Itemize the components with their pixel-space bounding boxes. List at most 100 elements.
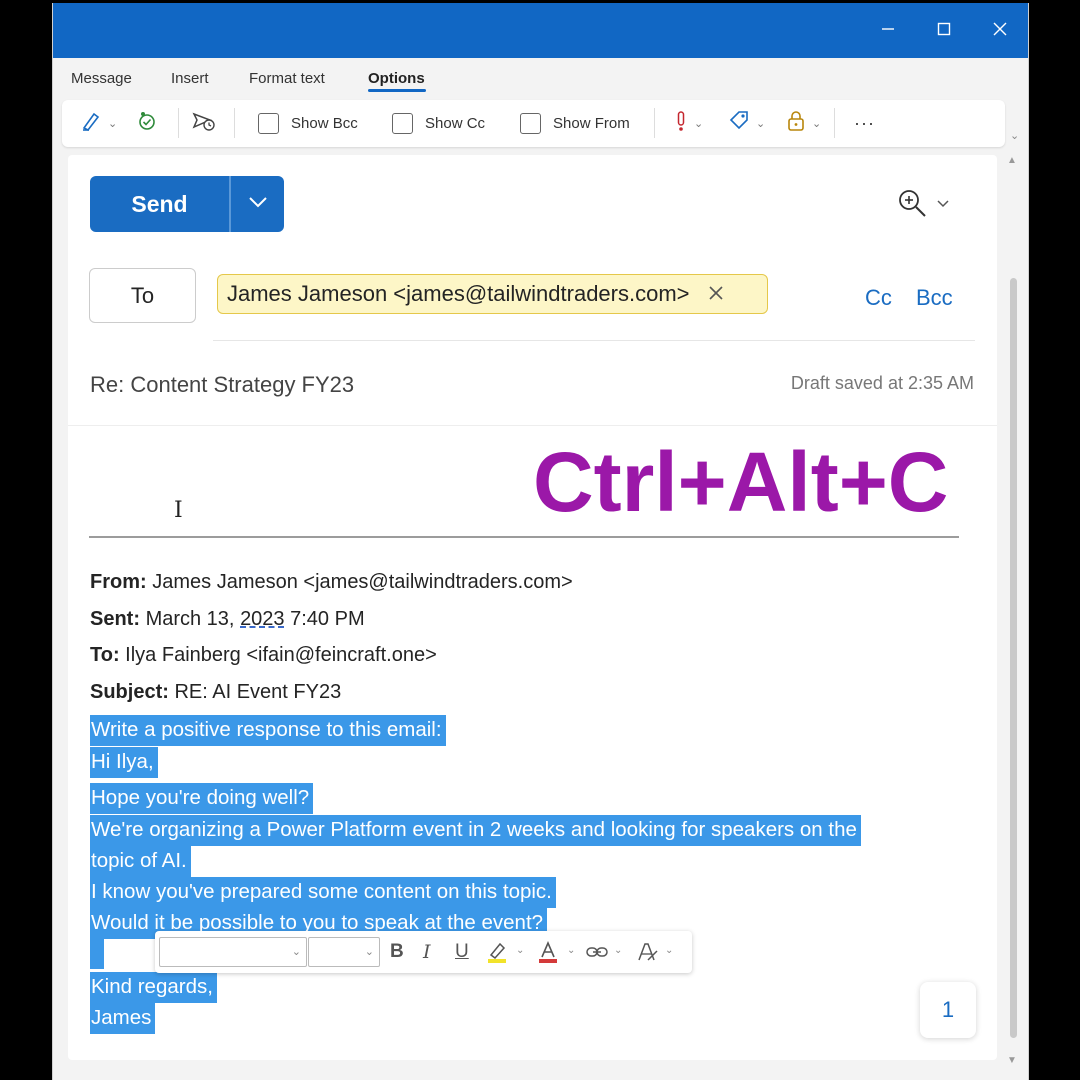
recipient-chip[interactable]: James Jameson <james@tailwindtraders.com… (217, 274, 768, 314)
show-from-label: Show From (553, 114, 630, 132)
text-cursor-icon: I (174, 498, 183, 523)
selected-text-line[interactable]: I know you've prepared some content on t… (90, 877, 556, 908)
quoted-from-line: From: James Jameson <james@tailwindtrade… (90, 571, 573, 594)
tab-insert[interactable]: Insert (171, 70, 209, 87)
chevron-down-icon: ⌄ (812, 117, 822, 130)
keyboard-shortcut-overlay: Ctrl+Alt+C (533, 435, 949, 529)
quoted-to-line: To: Ilya Fainberg <ifain@feincraft.one> (90, 644, 437, 667)
font-color-icon[interactable] (536, 940, 560, 970)
scroll-up-icon[interactable]: ▲ (1007, 155, 1017, 166)
use-voting-button[interactable] (136, 110, 158, 136)
to-button[interactable]: To (89, 268, 196, 323)
chevron-down-icon: ⌄ (291, 946, 301, 958)
quoted-subject-line: Subject: RE: AI Event FY23 (90, 681, 341, 704)
from-value: James Jameson <james@tailwindtraders.com… (152, 571, 573, 593)
sensitivity-button[interactable]: ⌄ (728, 110, 765, 136)
font-size-select[interactable]: ⌄ (308, 937, 380, 967)
show-cc-label: Show Cc (425, 114, 486, 132)
show-from-checkbox[interactable]: Show From (520, 110, 630, 136)
italic-icon[interactable]: I (423, 940, 431, 964)
pen-icon (80, 110, 102, 136)
selected-text-line[interactable]: topic of AI. (90, 846, 191, 877)
minimize-icon[interactable] (873, 15, 903, 45)
bold-icon[interactable]: B (390, 940, 404, 964)
cc-link[interactable]: Cc (865, 285, 892, 311)
outlook-compose-window: Message Insert Format text Options ⌄ Sho… (52, 3, 1029, 1080)
tag-icon (728, 110, 750, 136)
selected-text-line[interactable]: Write a positive response to this email: (90, 715, 446, 746)
theme-button[interactable]: ⌄ (80, 110, 117, 136)
font-family-select[interactable]: ⌄ (159, 937, 307, 967)
subject-divider (68, 425, 997, 426)
sent-date: March 13, (145, 608, 235, 630)
close-icon[interactable] (985, 15, 1015, 45)
bcc-link[interactable]: Bcc (916, 285, 953, 311)
chevron-down-icon: ⌄ (108, 117, 118, 130)
clear-formatting-icon[interactable] (635, 940, 659, 970)
tab-message[interactable]: Message (71, 70, 132, 87)
encrypt-button[interactable]: ⌄ (786, 110, 821, 136)
quoted-message-divider (89, 536, 959, 538)
draft-status: Draft saved at 2:35 AM (790, 373, 974, 393)
importance-button[interactable]: ⌄ (674, 110, 703, 136)
subject-field[interactable]: Re: Content Strategy FY23 (90, 372, 354, 398)
send-split-button: Send (90, 176, 284, 232)
to-header-label: To: (90, 644, 120, 666)
send-clock-icon (192, 110, 216, 136)
to-header-value: Ilya Fainberg <ifain@feincraft.one> (125, 644, 437, 666)
from-label: From: (90, 571, 147, 593)
selected-empty-line[interactable] (90, 939, 104, 969)
chevron-down-icon (936, 196, 950, 214)
checkbox-box (258, 112, 279, 134)
ribbon-separator (234, 108, 235, 138)
underline-icon[interactable]: U (455, 940, 469, 964)
vertical-scrollbar[interactable]: ▲ ▼ (1006, 153, 1020, 1073)
exclamation-icon (674, 110, 688, 136)
chevron-down-icon (248, 195, 268, 213)
send-button[interactable]: Send (90, 176, 229, 232)
chevron-down-icon: ⌄ (516, 945, 525, 956)
chevron-down-icon: ⌄ (614, 945, 623, 956)
lock-icon (786, 110, 806, 136)
quoted-sent-line: Sent: March 13, 2023 7:40 PM (90, 608, 365, 631)
sent-year: 2023 (240, 608, 285, 630)
link-icon[interactable] (585, 940, 609, 970)
subject-header-label: Subject: (90, 681, 169, 703)
ribbon-tabs: Message Insert Format text Options (53, 58, 1028, 100)
scrollbar-thumb[interactable] (1010, 278, 1017, 1038)
page-count-badge[interactable]: 1 (920, 982, 976, 1038)
more-options-button[interactable]: ··· (854, 110, 875, 136)
chevron-down-icon: ⌄ (756, 117, 766, 130)
send-options-button[interactable] (231, 176, 284, 232)
zoom-in-icon (896, 187, 928, 224)
show-bcc-label: Show Bcc (291, 114, 358, 132)
show-cc-checkbox[interactable]: Show Cc (392, 110, 485, 136)
checkbox-box (392, 112, 413, 134)
selected-text-line[interactable]: Hi Ilya, (90, 747, 158, 778)
tab-options[interactable]: Options (368, 70, 425, 87)
show-bcc-checkbox[interactable]: Show Bcc (258, 110, 358, 136)
tab-format-text[interactable]: Format text (249, 70, 325, 87)
checkbox-box (520, 112, 541, 134)
compose-pane: Send To James Jameson <james@tailwindtra… (68, 155, 997, 1060)
highlighter-icon[interactable] (485, 940, 509, 970)
selected-text-line[interactable]: James (90, 1003, 156, 1034)
chevron-down-icon: ⌄ (665, 945, 674, 956)
chevron-down-icon: ⌄ (694, 117, 704, 130)
zoom-button[interactable] (896, 189, 956, 221)
chevron-down-icon: ⌄ (364, 946, 374, 958)
title-bar (53, 3, 1028, 58)
subject-header-value: RE: AI Event FY23 (174, 681, 342, 703)
ribbon-expand-icon[interactable]: ⌄ (1010, 129, 1019, 142)
scroll-down-icon[interactable]: ▼ (1007, 1055, 1017, 1066)
selected-text-line[interactable]: We're organizing a Power Platform event … (90, 815, 861, 846)
ribbon-toolbar: ⌄ Show Bcc Show Cc Show From ⌄ ⌄ ⌄ ··· (62, 100, 1005, 147)
selected-text-line[interactable]: Kind regards, (90, 972, 217, 1003)
delay-delivery-button[interactable] (192, 110, 216, 136)
remove-recipient-icon[interactable] (708, 281, 724, 307)
selected-text-line[interactable]: Hope you're doing well? (90, 783, 314, 814)
maximize-icon[interactable] (929, 15, 959, 45)
active-tab-indicator (368, 89, 426, 92)
ribbon-separator (834, 108, 835, 138)
floating-format-toolbar: ⌄ ⌄ B I U ⌄ ⌄ ⌄ ⌄ (155, 931, 692, 973)
